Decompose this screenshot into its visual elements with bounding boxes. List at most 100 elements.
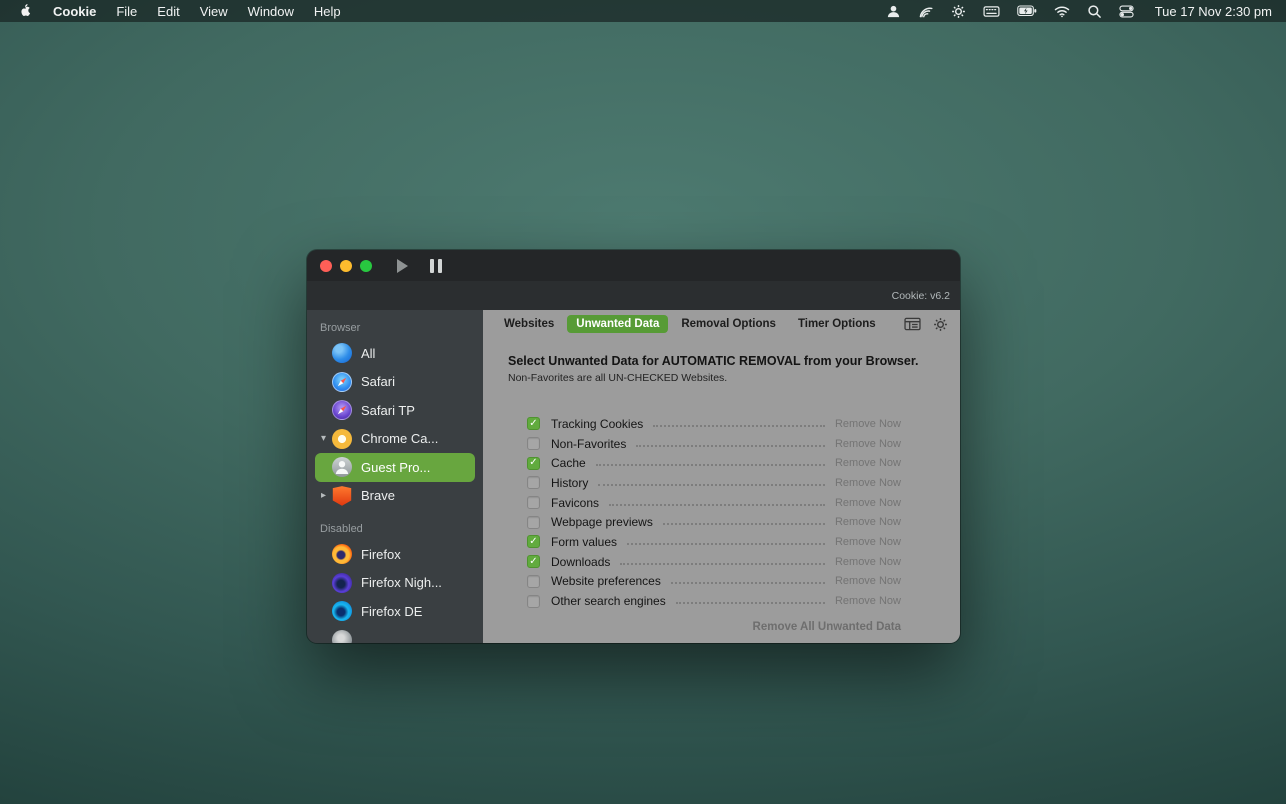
guest-profile-icon [332, 457, 352, 477]
version-strip: Cookie: v6.2 [307, 281, 960, 310]
sidebar-section-disabled: Disabled [307, 519, 483, 540]
safari-tp-icon [332, 400, 352, 420]
dotted-leader [636, 445, 825, 447]
other-search-engines-checkbox[interactable] [527, 595, 540, 608]
tab-removal-options[interactable]: Removal Options [672, 315, 785, 333]
dotted-leader [598, 484, 825, 486]
dotted-leader [620, 563, 825, 565]
menu-bar: Cookie File Edit View Window Help [0, 0, 1286, 22]
favicons-checkbox[interactable] [527, 496, 540, 509]
tracking-cookies-checkbox[interactable] [527, 417, 540, 430]
sidebar-item-safari[interactable]: Safari [315, 368, 475, 397]
sidebar-item-chrome-canary[interactable]: ▾ Chrome Ca... [315, 425, 475, 454]
dotted-leader [609, 504, 825, 506]
remove-now-button[interactable]: Remove Now [835, 575, 901, 587]
minimize-button[interactable] [340, 260, 352, 272]
browser-sidebar: Browser All Safari Safari TP [307, 310, 483, 643]
row-cache: Cache Remove Now [527, 453, 901, 473]
close-button[interactable] [320, 260, 332, 272]
traffic-lights [320, 260, 372, 272]
sidebar-item-brave[interactable]: ▸ Brave [315, 482, 475, 511]
form-values-checkbox[interactable] [527, 535, 540, 548]
menu-item-edit[interactable]: Edit [157, 4, 179, 19]
history-checkbox[interactable] [527, 476, 540, 489]
active-app-name[interactable]: Cookie [53, 4, 96, 19]
sidebar-item-guest-profile[interactable]: Guest Pro... [315, 453, 475, 482]
sidebar-item-firefox-nightly[interactable]: Firefox Nigh... [315, 569, 475, 598]
cookie-app-window: Cookie: v6.2 Browser All Safari [307, 250, 960, 643]
remove-now-button[interactable]: Remove Now [835, 457, 901, 469]
remove-now-button[interactable]: Remove Now [835, 536, 901, 548]
menu-item-window[interactable]: Window [248, 4, 294, 19]
remove-now-button[interactable]: Remove Now [835, 438, 901, 450]
firefox-icon [332, 544, 352, 564]
webpage-previews-checkbox[interactable] [527, 516, 540, 529]
remove-all-unwanted-data-button[interactable]: Remove All Unwanted Data [483, 621, 901, 633]
page-subtitle: Non-Favorites are all UN-CHECKED Website… [508, 372, 935, 384]
wifi-icon[interactable] [1054, 5, 1070, 18]
control-center-icon[interactable] [1119, 4, 1134, 19]
menu-bar-clock[interactable]: Tue 17 Nov 2:30 pm [1155, 4, 1272, 19]
sidebar-section-browser: Browser [307, 318, 483, 339]
zoom-button[interactable] [360, 260, 372, 272]
chrome-canary-icon [332, 429, 352, 449]
remove-now-button[interactable]: Remove Now [835, 516, 901, 528]
non-favorites-checkbox[interactable] [527, 437, 540, 450]
website-preferences-checkbox[interactable] [527, 575, 540, 588]
firefox-de-icon [332, 601, 352, 621]
remove-now-button[interactable]: Remove Now [835, 418, 901, 430]
row-website-preferences: Website preferences Remove Now [527, 572, 901, 592]
tab-unwanted-data[interactable]: Unwanted Data [567, 315, 668, 333]
app-version-label: Cookie: v6.2 [892, 290, 950, 302]
downloads-checkbox[interactable] [527, 555, 540, 568]
menu-item-file[interactable]: File [116, 4, 137, 19]
all-browsers-icon [332, 343, 352, 363]
safari-icon [332, 372, 352, 392]
dotted-leader [596, 464, 825, 466]
pause-button[interactable] [430, 259, 442, 273]
cache-checkbox[interactable] [527, 457, 540, 470]
chevron-down-icon[interactable]: ▾ [315, 433, 332, 444]
remove-now-button[interactable]: Remove Now [835, 595, 901, 607]
partial-browser-icon [332, 630, 352, 643]
remove-now-button[interactable]: Remove Now [835, 477, 901, 489]
tab-timer-options[interactable]: Timer Options [789, 315, 885, 333]
keyboard-icon[interactable] [983, 5, 1000, 18]
dotted-leader [653, 425, 825, 427]
main-panel: Websites Unwanted Data Removal Options T… [483, 310, 960, 643]
battery-icon[interactable] [1017, 5, 1037, 17]
remove-now-button[interactable]: Remove Now [835, 556, 901, 568]
sidebar-item-firefox[interactable]: Firefox [315, 540, 475, 569]
page-title: Select Unwanted Data for AUTOMATIC REMOV… [508, 354, 935, 368]
row-downloads: Downloads Remove Now [527, 552, 901, 572]
window-titlebar[interactable] [307, 250, 960, 281]
gear-icon[interactable] [929, 317, 952, 332]
dotted-leader [671, 582, 825, 584]
sidebar-item-firefox-de[interactable]: Firefox DE [315, 597, 475, 626]
dotted-leader [676, 602, 825, 604]
tab-bar: Websites Unwanted Data Removal Options T… [483, 310, 960, 338]
wireless-signal-icon[interactable] [918, 4, 934, 19]
row-history: History Remove Now [527, 473, 901, 493]
row-other-search-engines: Other search engines Remove Now [527, 591, 901, 611]
firefox-nightly-icon [332, 573, 352, 593]
sidebar-item-safari-tp[interactable]: Safari TP [315, 396, 475, 425]
tab-websites[interactable]: Websites [495, 315, 563, 333]
chevron-right-icon[interactable]: ▸ [315, 490, 332, 501]
play-button[interactable] [397, 259, 408, 273]
user-icon[interactable] [886, 4, 901, 19]
sidebar-item-all[interactable]: All [315, 339, 475, 368]
remove-now-button[interactable]: Remove Now [835, 497, 901, 509]
sidebar-item-partial[interactable] [315, 626, 475, 644]
dotted-leader [627, 543, 825, 545]
row-form-values: Form values Remove Now [527, 532, 901, 552]
row-webpage-previews: Webpage previews Remove Now [527, 512, 901, 532]
row-tracking-cookies: Tracking Cookies Remove Now [527, 414, 901, 434]
list-view-icon[interactable] [900, 317, 925, 331]
menu-item-view[interactable]: View [200, 4, 228, 19]
menu-item-help[interactable]: Help [314, 4, 341, 19]
row-non-favorites: Non-Favorites Remove Now [527, 434, 901, 454]
gear-icon[interactable] [951, 4, 966, 19]
apple-menu-icon[interactable] [18, 3, 33, 18]
search-icon[interactable] [1087, 4, 1102, 19]
